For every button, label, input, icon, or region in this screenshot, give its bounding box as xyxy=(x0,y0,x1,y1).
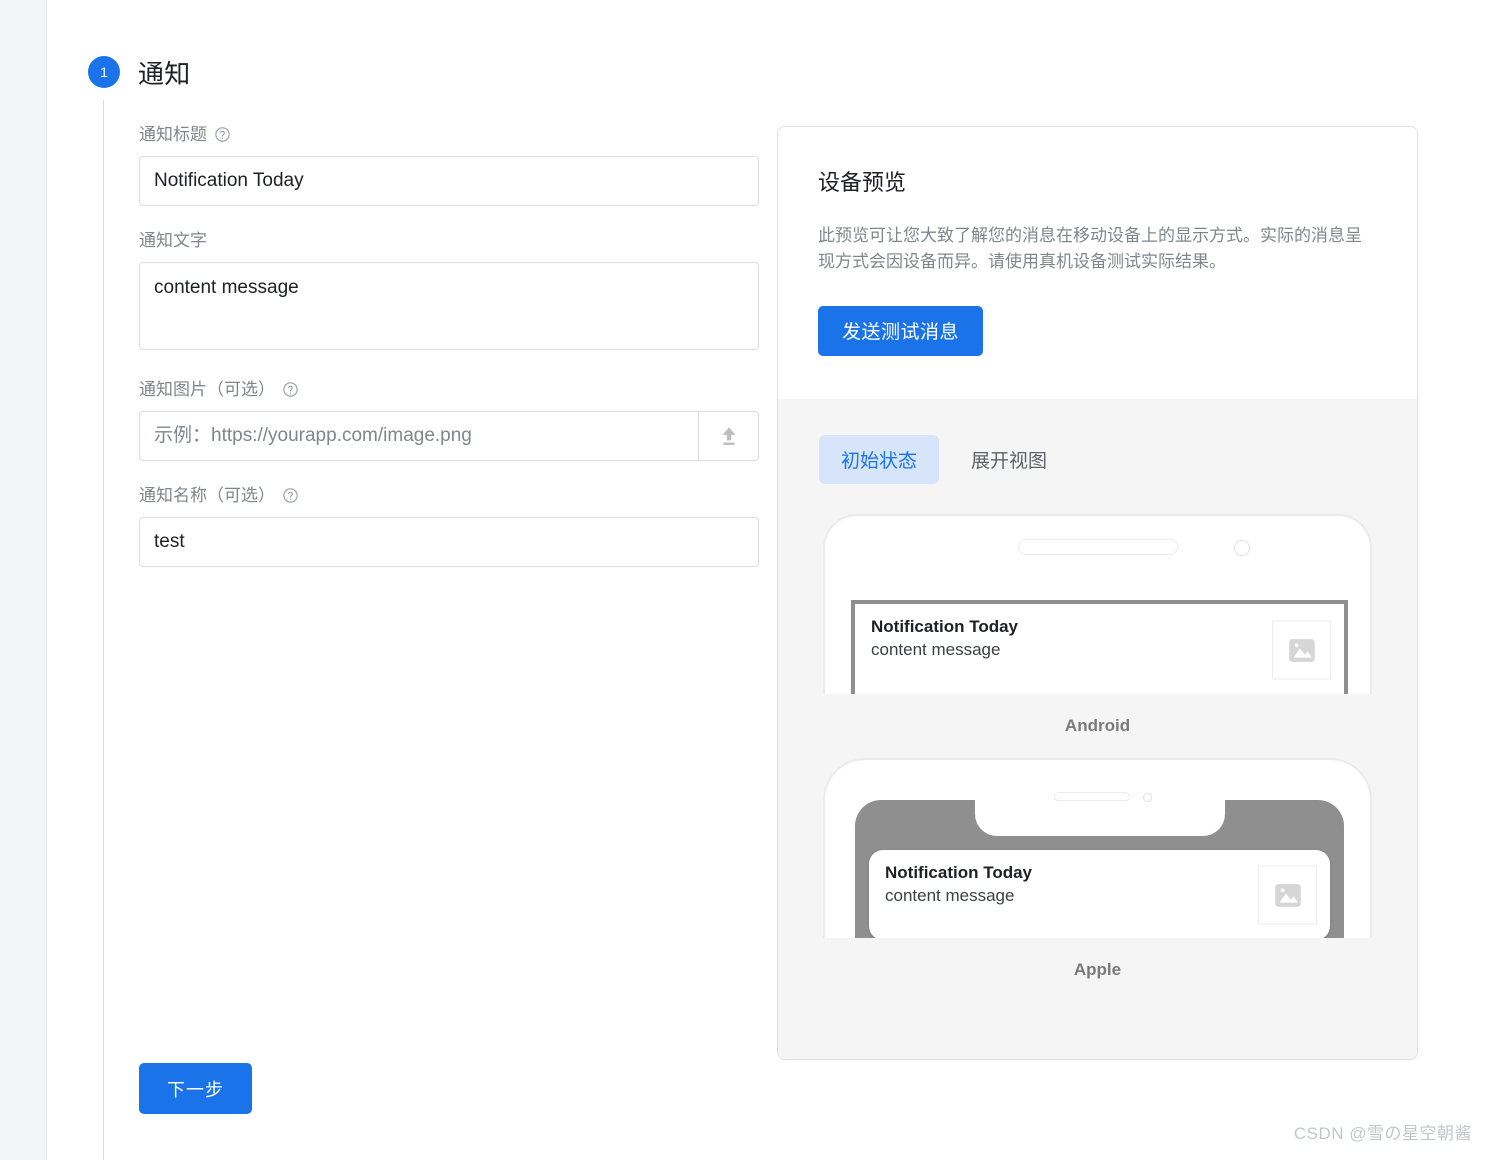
front-camera-icon xyxy=(1234,540,1250,556)
image-placeholder-icon xyxy=(1258,865,1317,925)
apple-notification-card[interactable]: Notification Today content message xyxy=(869,850,1330,938)
notification-body-label-text: 通知文字 xyxy=(139,231,207,250)
notification-image-input[interactable] xyxy=(140,412,698,460)
apple-phone-frame: Notification Today content message xyxy=(823,758,1372,938)
image-placeholder-icon xyxy=(1272,620,1331,680)
apple-notification-title: Notification Today xyxy=(885,863,1033,882)
device-preview-header: 设备预览 此预览可让您大致了解您的消息在移动设备上的显示方式。实际的消息呈现方式… xyxy=(778,127,1417,399)
upload-icon-button[interactable] xyxy=(698,412,758,460)
step-number-badge: 1 xyxy=(88,56,120,88)
help-circle-icon[interactable] xyxy=(282,381,299,398)
page-title: 通知 xyxy=(138,59,191,89)
notification-title-label: 通知标题 xyxy=(139,126,759,143)
device-android: Notification Today content message Andro… xyxy=(778,514,1417,758)
left-gutter xyxy=(0,0,47,1160)
notification-image-label-text: 通知图片（可选） xyxy=(139,380,275,399)
tab-expanded-view[interactable]: 展开视图 xyxy=(949,435,1069,484)
notification-body-textarea[interactable] xyxy=(139,262,759,350)
device-apple: Notification Today content message Apple xyxy=(778,758,1417,1002)
android-notification-card[interactable]: Notification Today content message xyxy=(851,600,1348,694)
notification-form: 通知标题 通知文字 通知图片（可选） xyxy=(139,126,759,567)
watermark: CSDN @雪の星空朝酱 xyxy=(1293,1124,1472,1143)
send-test-message-button[interactable]: 发送测试消息 xyxy=(818,305,984,356)
upload-icon xyxy=(716,423,742,449)
notification-image-row xyxy=(139,411,759,461)
notification-name-label-text: 通知名称（可选） xyxy=(139,486,275,505)
device-preview-description: 此预览可让您大致了解您的消息在移动设备上的显示方式。实际的消息呈现方式会因设备而… xyxy=(818,226,1362,272)
apple-notch xyxy=(974,800,1225,836)
notification-body-label: 通知文字 xyxy=(139,232,759,249)
android-notification-title: Notification Today xyxy=(871,617,1019,636)
apple-notification-body: content message xyxy=(885,885,1015,905)
android-notification-body: content message xyxy=(871,639,1001,659)
front-camera-icon xyxy=(1142,793,1152,802)
preview-tabs: 初始状态 展开视图 xyxy=(778,435,1417,484)
tab-initial-state[interactable]: 初始状态 xyxy=(819,435,940,484)
step-connector-line xyxy=(103,100,104,1160)
notification-name-label: 通知名称（可选） xyxy=(139,487,759,504)
notification-name-input[interactable] xyxy=(139,517,759,567)
android-phone-frame: Notification Today content message xyxy=(823,514,1372,694)
notification-composer-page: 1 通知 通知标题 通知文字 通知图片（可选） xyxy=(0,0,1496,1160)
device-preview-panel: 设备预览 此预览可让您大致了解您的消息在移动设备上的显示方式。实际的消息呈现方式… xyxy=(777,126,1418,1060)
android-device-label: Android xyxy=(1064,716,1131,735)
apple-device-label: Apple xyxy=(1073,960,1122,979)
speaker-grille-icon xyxy=(1053,792,1130,801)
help-circle-icon[interactable] xyxy=(282,487,299,504)
help-circle-icon[interactable] xyxy=(214,126,231,143)
next-step-button[interactable]: 下一步 xyxy=(139,1063,252,1114)
notification-title-label-text: 通知标题 xyxy=(139,125,207,144)
device-preview-body: 初始状态 展开视图 Notification Today content mes… xyxy=(778,399,1417,1059)
device-preview-title: 设备预览 xyxy=(818,170,907,195)
notification-title-input[interactable] xyxy=(139,156,759,206)
step-number: 1 xyxy=(100,64,108,80)
notification-image-label: 通知图片（可选） xyxy=(139,381,759,398)
speaker-grille-icon xyxy=(1017,539,1178,555)
